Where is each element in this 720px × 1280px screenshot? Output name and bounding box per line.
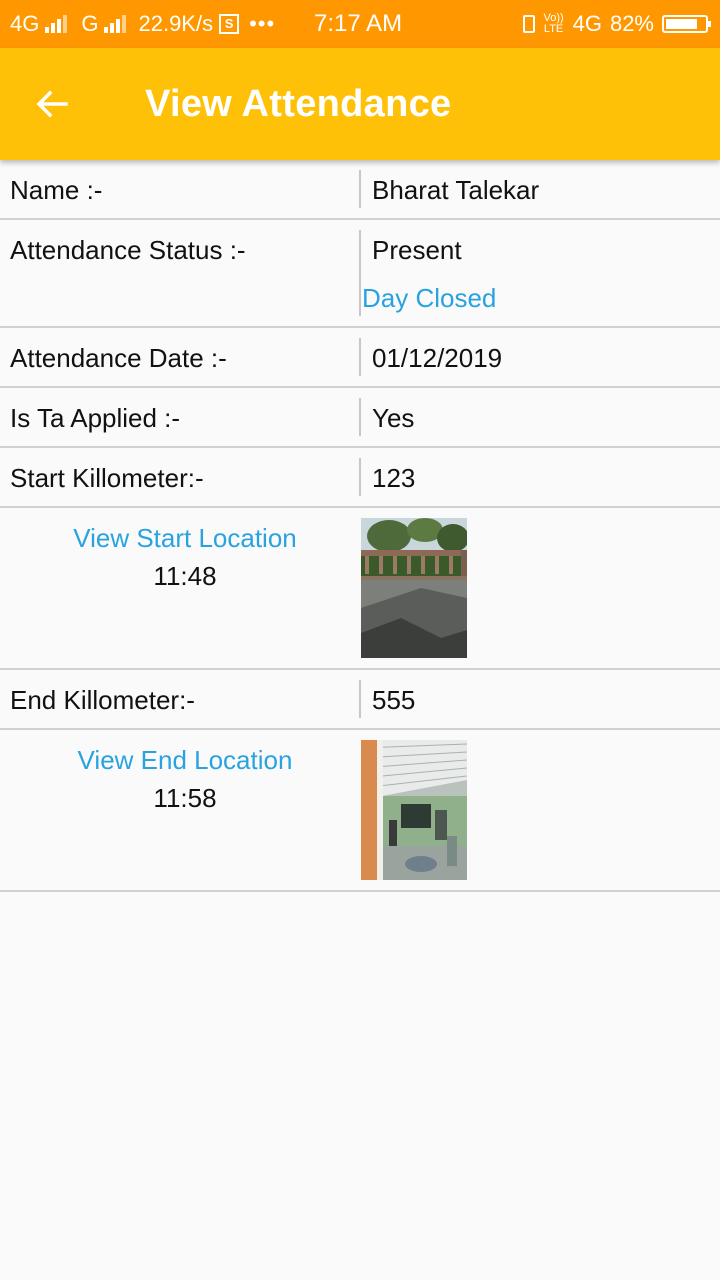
s-icon: S: [219, 14, 240, 34]
name-row: Name :- Bharat Talekar: [0, 160, 720, 220]
end-photo-image: [361, 740, 467, 880]
name-label: Name :-: [10, 175, 103, 205]
date-label: Attendance Date :-: [10, 343, 227, 373]
column-divider: [359, 170, 361, 208]
network-type-1: 4G: [10, 11, 40, 36]
signal-icon-2: [104, 15, 127, 33]
view-end-location-link[interactable]: View End Location: [0, 745, 370, 776]
date-value: 01/12/2019: [372, 343, 503, 373]
end-km-label: End Killometer:-: [10, 685, 195, 715]
view-start-location-link[interactable]: View Start Location: [0, 523, 370, 554]
battery-percent: 82%: [609, 11, 654, 36]
app-bar: View Attendance: [0, 48, 720, 160]
signal-icon: [45, 15, 68, 33]
end-location-row: View End Location 11:58: [0, 730, 720, 892]
vibrate-icon: [522, 15, 535, 33]
back-button[interactable]: [24, 76, 80, 132]
volte-icon: Vo)) LTE: [543, 12, 564, 35]
attendance-details: Name :- Bharat Talekar Attendance Status…: [0, 160, 720, 892]
start-photo-image: [361, 518, 467, 658]
column-divider: [359, 230, 361, 316]
start-km-row: Start Killometer:- 123: [0, 448, 720, 508]
status-row: Attendance Status :- Present Day Closed: [0, 220, 720, 328]
day-closed-label: Day Closed: [362, 283, 497, 313]
name-value: Bharat Talekar: [372, 175, 540, 205]
start-time: 11:48: [153, 561, 217, 591]
status-value: Present: [372, 235, 462, 265]
status-label: Attendance Status :-: [10, 235, 246, 265]
status-bar-right: Vo)) LTE 4G 82%: [522, 0, 711, 48]
network-speed: 22.9K/s: [138, 11, 214, 36]
end-km-value: 555: [372, 685, 416, 715]
page-title: View Attendance: [145, 83, 452, 125]
column-divider: [359, 680, 361, 718]
battery-icon: [662, 15, 711, 33]
arrow-left-icon: [36, 90, 68, 118]
more-notifications-icon: •••: [249, 11, 276, 36]
status-bar-left: 4G G 22.9K/s S •••: [10, 0, 275, 48]
end-km-row: End Killometer:- 555: [0, 670, 720, 730]
column-divider: [359, 338, 361, 376]
ta-label: Is Ta Applied :-: [10, 403, 181, 433]
start-km-value: 123: [372, 463, 416, 493]
end-location-photo[interactable]: [361, 740, 467, 880]
start-km-label: Start Killometer:-: [10, 463, 204, 493]
start-location-row: View Start Location 11:48: [0, 508, 720, 670]
start-location-photo[interactable]: [361, 518, 467, 658]
column-divider: [359, 458, 361, 496]
ta-value: Yes: [372, 403, 415, 433]
network-type-3: 4G: [572, 11, 602, 36]
end-time: 11:58: [153, 783, 217, 813]
status-bar: 4G G 22.9K/s S ••• 7:17 AM Vo)) LTE 4G 8…: [0, 0, 720, 48]
column-divider: [359, 398, 361, 436]
status-time: 7:17 AM: [314, 10, 403, 37]
ta-row: Is Ta Applied :- Yes: [0, 388, 720, 448]
network-type-2: G: [81, 11, 99, 36]
date-row: Attendance Date :- 01/12/2019: [0, 328, 720, 388]
